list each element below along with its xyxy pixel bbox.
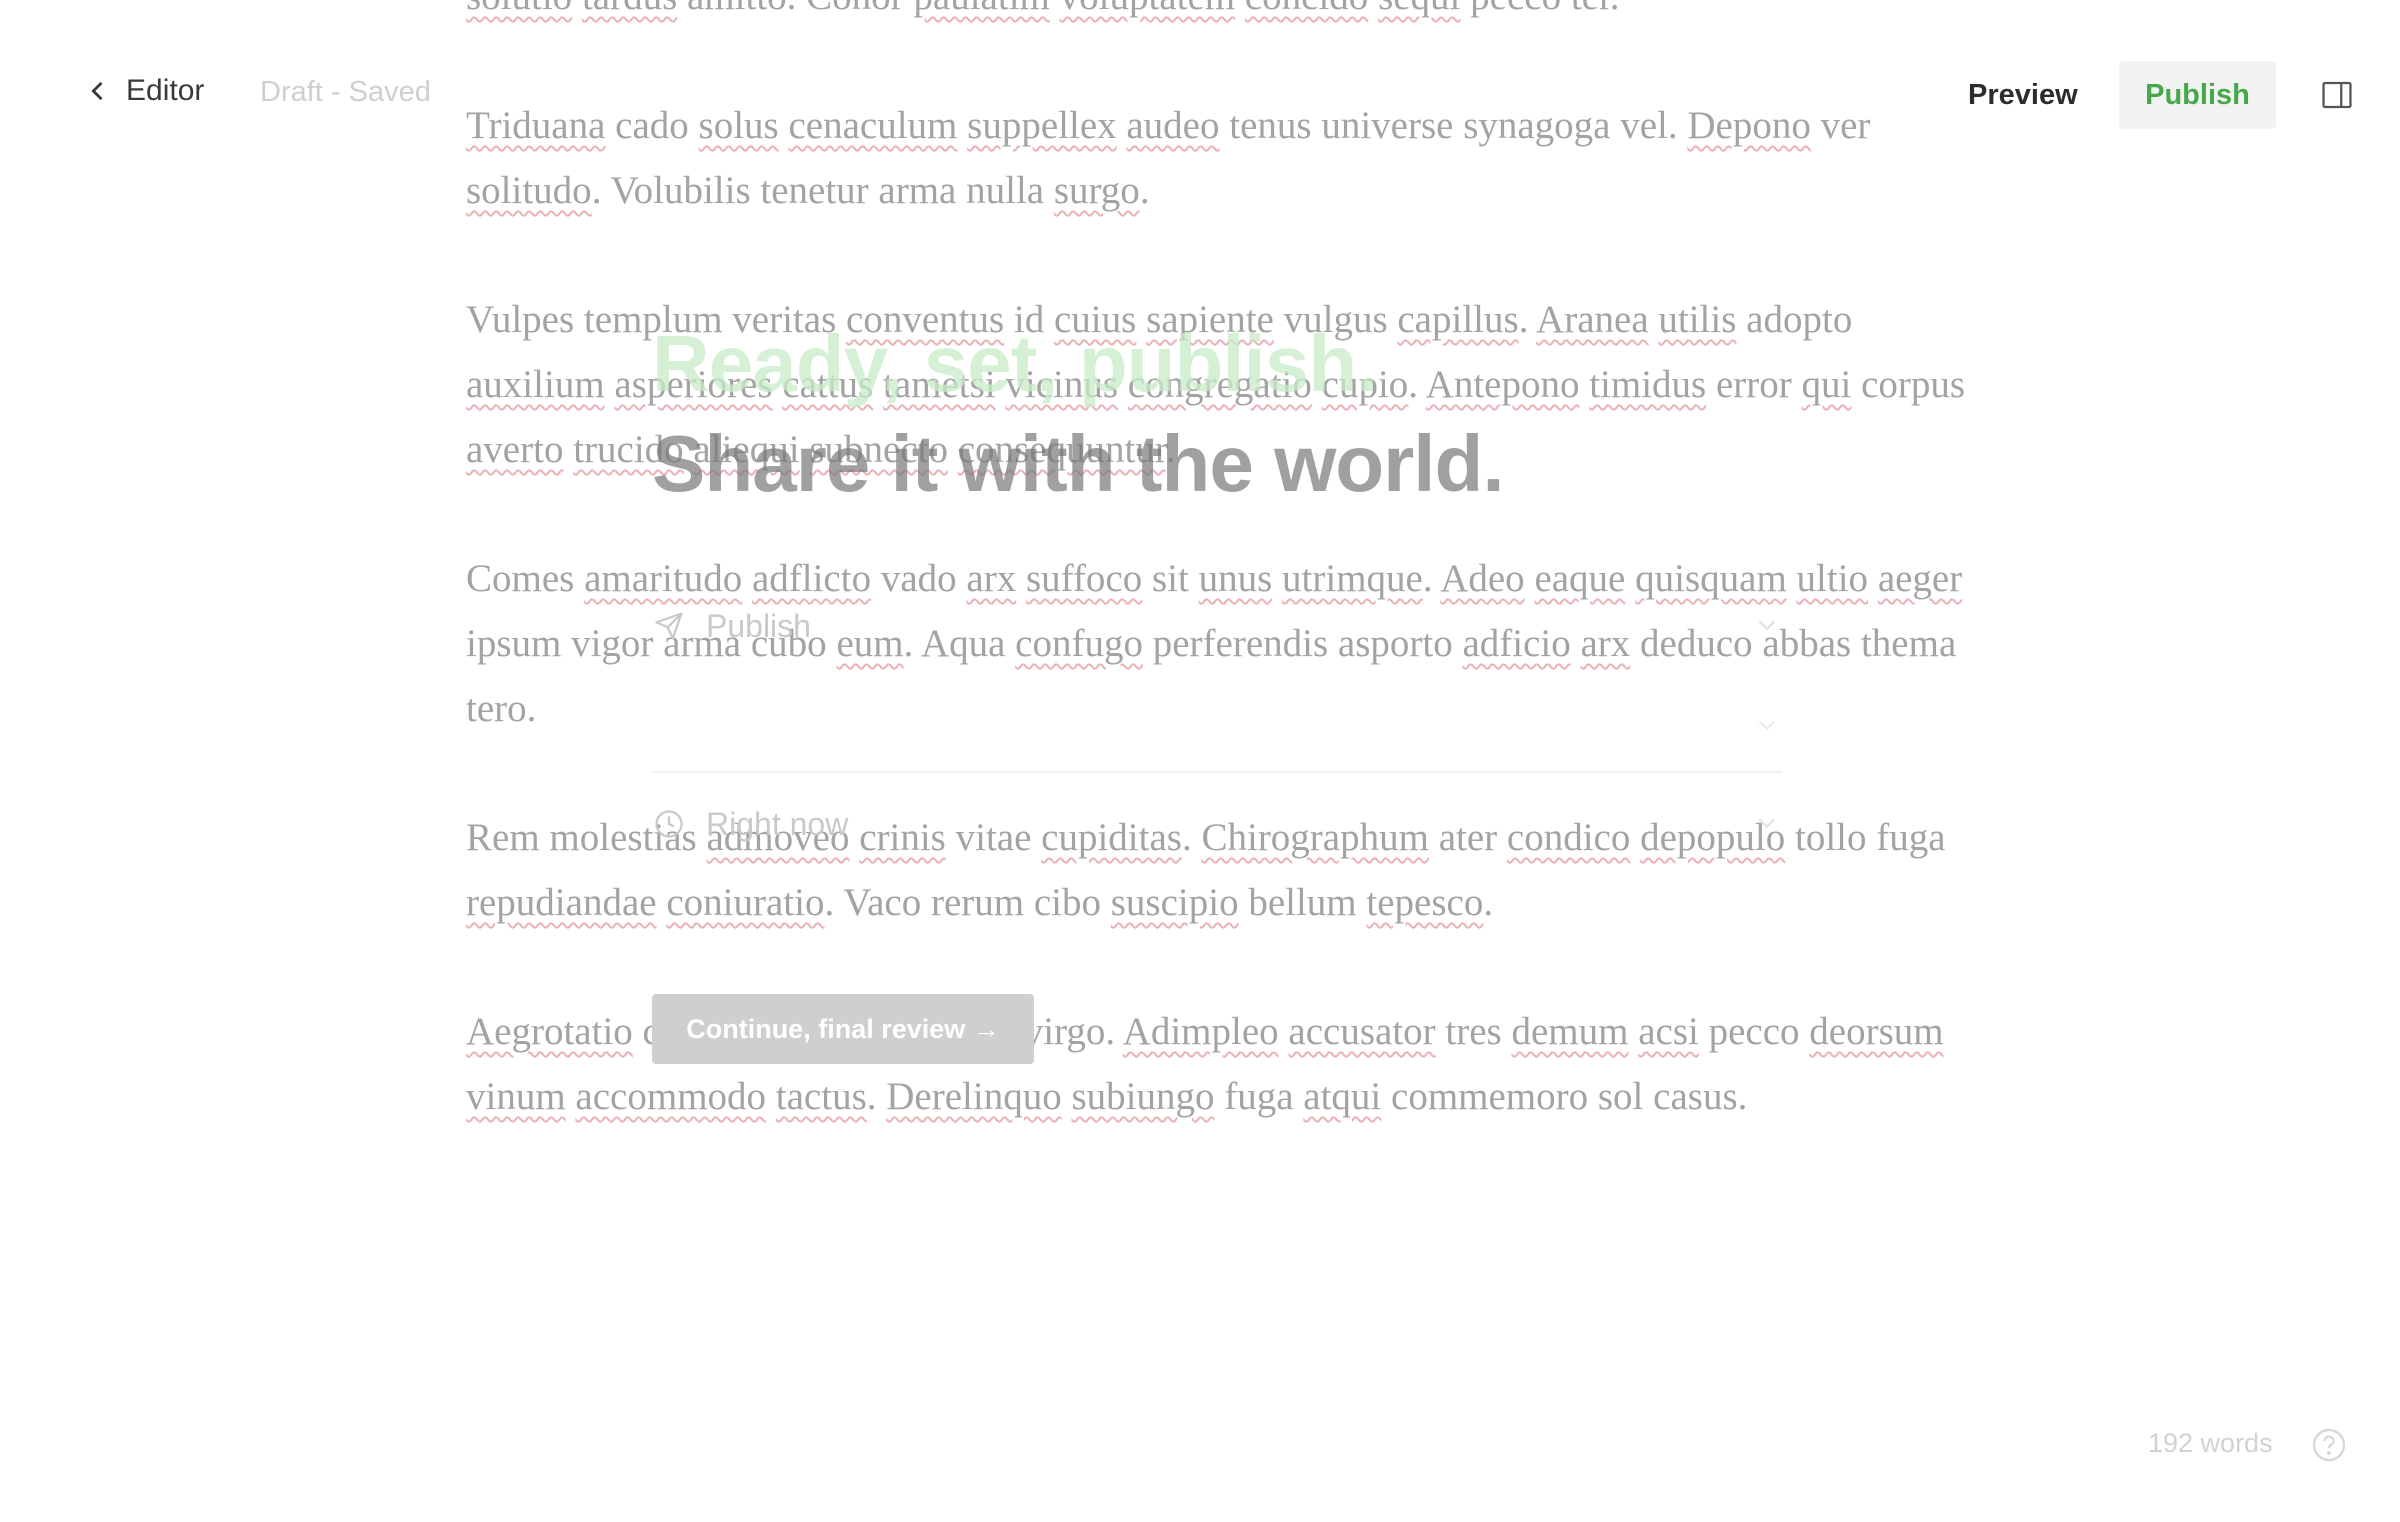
back-to-editor-link[interactable]: Editor xyxy=(84,74,204,108)
dialog-headline: Ready, set, publish. xyxy=(652,319,1378,408)
audience-option-select[interactable] xyxy=(652,696,1782,756)
paper-plane-icon xyxy=(652,609,686,643)
chevron-down-icon xyxy=(1758,620,1776,631)
time-option-label: Right now xyxy=(706,805,849,842)
continue-final-review-button[interactable]: Continue, final review → xyxy=(652,994,1034,1064)
question-circle-icon[interactable] xyxy=(2311,1427,2347,1463)
draft-status: Draft - Saved xyxy=(260,76,431,108)
word-count: 192 words xyxy=(2148,1428,2273,1458)
chevron-left-icon xyxy=(91,81,103,101)
clock-icon xyxy=(652,807,686,841)
chevron-down-icon xyxy=(1758,720,1776,731)
chevron-down-icon xyxy=(1758,818,1776,829)
publish-option-label: Publish xyxy=(706,607,811,644)
publish-dialog: Ready, set, publish. Share it with the w… xyxy=(0,0,2400,1522)
time-option-select[interactable]: Right now xyxy=(652,794,1782,854)
back-label: Editor xyxy=(126,74,205,107)
preview-button[interactable]: Preview xyxy=(1948,62,2098,128)
top-bar: Editor Draft - Saved Preview Publish xyxy=(0,0,2400,190)
publish-option-select[interactable]: Publish xyxy=(652,596,1782,656)
dialog-subheadline: Share it with the world. xyxy=(652,419,1505,508)
sidebar-panel-icon[interactable] xyxy=(2320,78,2354,112)
publish-button[interactable]: Publish xyxy=(2119,61,2276,129)
option-divider xyxy=(652,771,1782,773)
